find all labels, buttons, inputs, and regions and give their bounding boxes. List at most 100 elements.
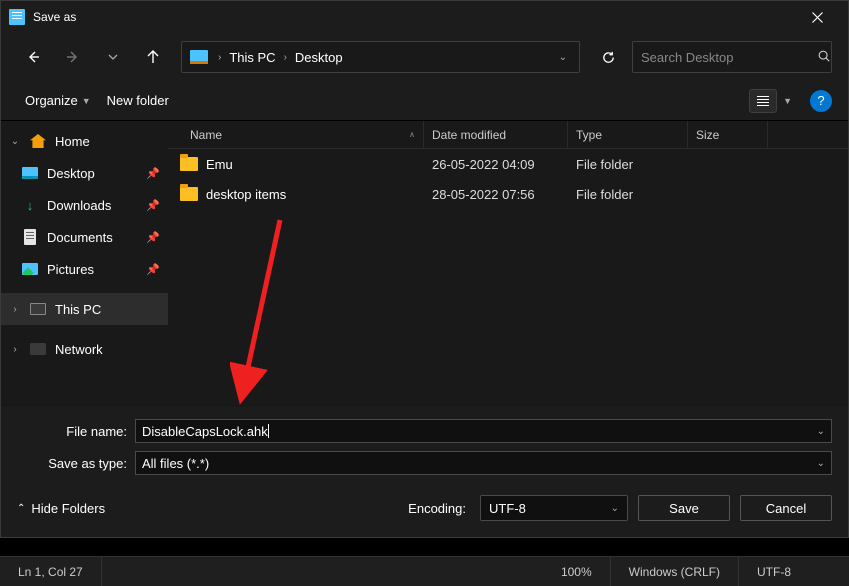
encoding-value: UTF-8 [489, 501, 526, 516]
chevron-right-icon: › [280, 52, 291, 63]
action-row: ⌃ Hide Folders Encoding: UTF-8 ⌄ Save Ca… [17, 495, 832, 521]
network-icon [29, 341, 47, 357]
column-label: Type [576, 128, 602, 142]
file-date: 26-05-2022 04:09 [424, 157, 568, 172]
new-folder-button[interactable]: New folder [99, 87, 177, 114]
encoding-dropdown-icon: ⌄ [611, 503, 619, 514]
status-zoom[interactable]: 100% [543, 557, 611, 586]
pin-icon: 📌 [146, 199, 160, 212]
file-type: File folder [568, 187, 688, 202]
column-label: Date modified [432, 128, 506, 142]
view-mode-button[interactable] [749, 89, 777, 113]
new-folder-label: New folder [107, 93, 169, 108]
toolbar: Organize ▼ New folder ▼ ? [1, 81, 848, 121]
chevron-right-icon[interactable]: › [9, 304, 21, 315]
desktop-icon [21, 165, 39, 181]
encoding-label: Encoding: [408, 501, 466, 516]
saveastype-value: All files (*.*) [142, 456, 209, 471]
search-input[interactable] [641, 50, 817, 65]
hide-folders-button[interactable]: ⌃ Hide Folders [17, 501, 105, 516]
sidebar-item-this-pc[interactable]: › This PC [1, 293, 168, 325]
saveastype-field[interactable]: All files (*.*) ⌄ [135, 451, 832, 475]
status-position: Ln 1, Col 27 [0, 557, 102, 586]
pin-icon: 📌 [146, 263, 160, 276]
chevron-right-icon: › [214, 52, 225, 63]
column-type[interactable]: Type [568, 121, 688, 148]
breadcrumb-this-pc[interactable]: This PC [225, 50, 279, 65]
chevron-up-icon: ⌃ [17, 503, 25, 514]
forward-button[interactable] [57, 41, 89, 73]
pc-icon [190, 50, 208, 64]
dialog-title: Save as [33, 10, 794, 24]
column-size[interactable]: Size [688, 121, 768, 148]
home-icon [29, 133, 47, 149]
filename-field[interactable]: DisableCapsLock.ahk ⌄ [135, 419, 832, 443]
hide-folders-label: Hide Folders [31, 501, 105, 516]
encoding-select[interactable]: UTF-8 ⌄ [480, 495, 628, 521]
address-bar[interactable]: › This PC › Desktop ⌄ [181, 41, 580, 73]
sidebar-label: This PC [55, 302, 160, 317]
notepad-icon [9, 9, 25, 25]
breadcrumb-desktop[interactable]: Desktop [291, 50, 347, 65]
cancel-button[interactable]: Cancel [740, 495, 832, 521]
close-button[interactable] [794, 1, 840, 33]
search-icon[interactable] [817, 49, 831, 66]
document-icon [21, 229, 39, 245]
saveastype-row: Save as type: All files (*.*) ⌄ [17, 451, 832, 475]
sidebar-item-network[interactable]: › Network [1, 333, 168, 365]
file-row[interactable]: desktop items 28-05-2022 07:56 File fold… [168, 179, 848, 209]
download-icon: ↓ [21, 197, 39, 213]
column-headers: Name ∧ Date modified Type Size [168, 121, 848, 149]
status-encoding[interactable]: UTF-8 [739, 557, 849, 586]
folder-icon [180, 157, 198, 171]
file-type: File folder [568, 157, 688, 172]
filename-dropdown[interactable]: ⌄ [809, 426, 825, 437]
file-name: Emu [206, 157, 233, 172]
pin-icon: 📌 [146, 231, 160, 244]
sort-asc-icon: ∧ [409, 130, 415, 139]
saveastype-dropdown[interactable]: ⌄ [809, 458, 825, 469]
chevron-down-icon[interactable]: ⌄ [9, 136, 21, 147]
navigation-sidebar: ⌄ Home Desktop 📌 ↓ Downloads 📌 Documents… [1, 121, 168, 407]
file-rows: Emu 26-05-2022 04:09 File folder desktop… [168, 149, 848, 407]
filename-label: File name: [17, 424, 135, 439]
filename-row: File name: DisableCapsLock.ahk ⌄ [17, 419, 832, 443]
organize-menu[interactable]: Organize ▼ [17, 87, 99, 114]
folder-icon [180, 187, 198, 201]
status-line-ending[interactable]: Windows (CRLF) [611, 557, 739, 586]
filename-value: DisableCapsLock.ahk [142, 424, 268, 439]
address-dropdown-button[interactable]: ⌄ [551, 52, 575, 63]
bottom-panel: File name: DisableCapsLock.ahk ⌄ Save as… [1, 407, 848, 537]
titlebar: Save as [1, 1, 848, 33]
column-label: Size [696, 128, 719, 142]
up-button[interactable] [137, 41, 169, 73]
status-bar: Ln 1, Col 27 100% Windows (CRLF) UTF-8 [0, 556, 849, 586]
sidebar-item-desktop[interactable]: Desktop 📌 [1, 157, 168, 189]
picture-icon [21, 261, 39, 277]
view-dropdown-button[interactable]: ▼ [777, 96, 798, 106]
help-button[interactable]: ? [810, 90, 832, 112]
sidebar-label: Documents [47, 230, 138, 245]
back-button[interactable] [17, 41, 49, 73]
refresh-button[interactable] [592, 41, 624, 73]
column-date[interactable]: Date modified [424, 121, 568, 148]
save-button[interactable]: Save [638, 495, 730, 521]
sidebar-item-home[interactable]: ⌄ Home [1, 125, 168, 157]
search-box[interactable] [632, 41, 832, 73]
body: ⌄ Home Desktop 📌 ↓ Downloads 📌 Documents… [1, 121, 848, 407]
file-row[interactable]: Emu 26-05-2022 04:09 File folder [168, 149, 848, 179]
pc-icon [29, 301, 47, 317]
recent-locations-button[interactable] [97, 41, 129, 73]
sidebar-label: Home [55, 134, 160, 149]
organize-label: Organize [25, 93, 78, 108]
sidebar-label: Pictures [47, 262, 138, 277]
file-list: Name ∧ Date modified Type Size Emu 26-05… [168, 121, 848, 407]
column-name[interactable]: Name ∧ [168, 121, 424, 148]
sidebar-item-documents[interactable]: Documents 📌 [1, 221, 168, 253]
sidebar-item-downloads[interactable]: ↓ Downloads 📌 [1, 189, 168, 221]
column-label: Name [190, 128, 222, 142]
file-date: 28-05-2022 07:56 [424, 187, 568, 202]
pin-icon: 📌 [146, 167, 160, 180]
chevron-right-icon[interactable]: › [9, 344, 21, 355]
sidebar-item-pictures[interactable]: Pictures 📌 [1, 253, 168, 285]
